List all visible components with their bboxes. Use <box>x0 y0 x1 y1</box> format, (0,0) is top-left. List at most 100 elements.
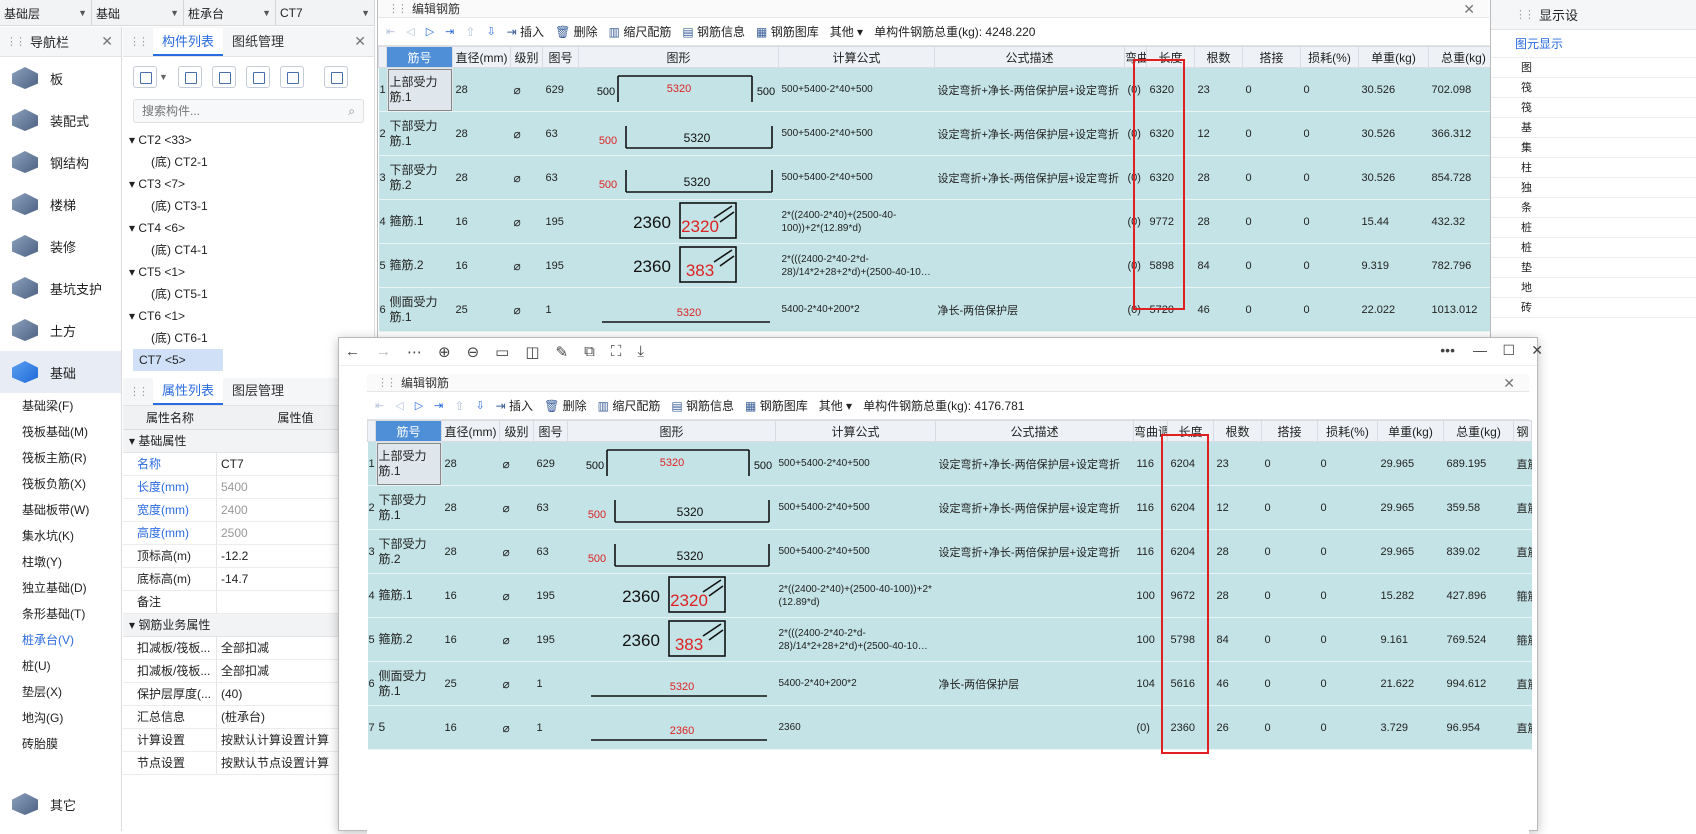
property-row[interactable]: 汇总信息 (桩承台) <box>123 706 374 729</box>
nav-subitem[interactable]: 筏板负筋(X) <box>0 471 121 497</box>
grade-cell[interactable]: ⌀ <box>499 617 534 662</box>
formula-cell[interactable]: 5400-2*40+200*2 <box>775 661 936 706</box>
rebar-name-cell[interactable]: 5 <box>375 705 442 750</box>
diameter-cell[interactable]: 28 <box>441 485 500 530</box>
column-header-fig[interactable]: 图号 <box>533 420 568 442</box>
diameter-cell[interactable]: 16 <box>441 573 500 618</box>
prev-icon[interactable]: ◁ <box>395 399 403 412</box>
nav-item[interactable]: 基坑支护 <box>0 267 121 309</box>
description-cell[interactable]: 设定弯折+净长-两倍保护层+设定弯折 <box>934 111 1125 156</box>
column-header-bend[interactable]: 弯曲调整 <box>1124 46 1147 68</box>
duplicate-button[interactable] <box>245 66 270 88</box>
insert-below-icon[interactable]: ⇩ <box>486 25 495 38</box>
table-row[interactable]: 1 上部受力筋.1 28 ⌀ 629 500 5320 500 500+5400-2*40+50… <box>378 67 1511 112</box>
row-number-cell[interactable]: 5 <box>367 617 376 662</box>
grip-icon[interactable]: ⋮⋮ <box>129 35 149 48</box>
description-cell[interactable] <box>934 243 1125 288</box>
figure-number-cell[interactable]: 195 <box>542 199 579 244</box>
rebar-type-cell[interactable]: 箍筋 <box>1513 573 1532 618</box>
table-row[interactable]: 3 下部受力筋.2 28 ⌀ 63 500 5320 500+5400-2*40+500 设定弯… <box>378 155 1511 200</box>
type-dropdown[interactable]: 桩承台 ▼ <box>184 0 276 26</box>
diameter-cell[interactable]: 28 <box>452 155 511 200</box>
figure-number-cell[interactable]: 63 <box>533 485 568 530</box>
display-item[interactable]: 集 <box>1491 138 1696 158</box>
nav-subitem[interactable]: 砖胎膜 <box>0 731 121 757</box>
component-dropdown[interactable]: CT7 ▼ <box>276 0 375 26</box>
delete-button[interactable] <box>211 66 236 88</box>
diameter-cell[interactable]: 16 <box>452 199 511 244</box>
length-cell[interactable]: 5720 <box>1146 287 1195 332</box>
rebar-shape-cell[interactable]: 500 5320 500 <box>578 67 779 112</box>
nav-item[interactable]: 装修 <box>0 225 121 267</box>
search-icon[interactable]: ⌕ <box>348 104 355 119</box>
diameter-cell[interactable]: 28 <box>441 529 500 574</box>
rebar-name-cell[interactable]: 箍筋.2 <box>375 617 442 662</box>
length-cell[interactable]: 6320 <box>1146 67 1195 112</box>
display-item[interactable]: 桩 <box>1491 238 1696 258</box>
diameter-cell[interactable]: 28 <box>452 67 511 112</box>
formula-cell[interactable]: 500+5400-2*40+500 <box>775 441 936 486</box>
new-component-button[interactable] <box>133 66 157 88</box>
tab-property-list[interactable]: 属性列表 <box>153 377 224 405</box>
row-number-cell[interactable]: 1 <box>378 67 387 112</box>
unit-weight-cell[interactable]: 3.729 <box>1377 705 1444 750</box>
property-group-basic[interactable]: ▾ 基础属性 <box>123 430 374 453</box>
length-cell[interactable]: 9672 <box>1167 573 1214 618</box>
rebar-type-cell[interactable]: 直筋 <box>1513 529 1532 574</box>
grid-icon[interactable]: ⋯ <box>407 343 422 361</box>
total-weight-cell[interactable]: 689.195 <box>1443 441 1514 486</box>
nav-item[interactable]: 钢结构 <box>0 141 121 183</box>
bend-adjust-cell[interactable]: (0) <box>1124 155 1147 200</box>
loss-cell[interactable]: 0 <box>1317 617 1378 662</box>
display-item[interactable]: 筏 <box>1491 98 1696 118</box>
rebar-type-cell[interactable]: 直筋 <box>1513 441 1532 486</box>
prev-icon[interactable]: ◁ <box>406 25 414 38</box>
total-weight-cell[interactable]: 994.612 <box>1443 661 1514 706</box>
lap-cell[interactable]: 0 <box>1242 243 1301 288</box>
column-header-dia[interactable]: 直径(mm) <box>441 420 500 442</box>
unit-weight-cell[interactable]: 29.965 <box>1377 441 1444 486</box>
insert-below-icon[interactable]: ⇩ <box>475 399 484 412</box>
figure-number-cell[interactable]: 1 <box>542 287 579 332</box>
formula-cell[interactable]: 500+5400-2*40+500 <box>775 529 936 574</box>
lap-cell[interactable]: 0 <box>1261 661 1318 706</box>
grade-cell[interactable]: ⌀ <box>510 67 543 112</box>
formula-cell[interactable]: 5400-2*40+200*2 <box>778 287 935 332</box>
rebar-library-button[interactable]: ▦ 钢筋图库 <box>745 397 808 414</box>
count-cell[interactable]: 28 <box>1213 529 1262 574</box>
table-row[interactable]: 2 下部受力筋.1 28 ⌀ 63 500 5320 500+5400-2*40+500 设定弯… <box>367 485 1532 530</box>
rebar-library-button[interactable]: ▦ 钢筋图库 <box>756 23 819 40</box>
length-cell[interactable]: 5798 <box>1167 617 1214 662</box>
property-row[interactable]: 扣减板/筏板... 全部扣减 <box>123 637 374 660</box>
lap-cell[interactable]: 0 <box>1261 705 1318 750</box>
delete-button[interactable]: 🗑 删除 <box>544 397 587 414</box>
row-number-cell[interactable]: 2 <box>367 485 376 530</box>
rebar-type-cell[interactable]: 直筋 <box>1513 705 1532 750</box>
column-header-formula[interactable]: 计算公式 <box>775 420 936 442</box>
last-icon[interactable]: ⇥ <box>434 399 443 412</box>
formula-cell[interactable]: 2*(((2400-2*40-2*d-28)/14*2+28+2*d)+(250… <box>775 617 936 662</box>
grip-icon[interactable]: ⋮⋮ <box>129 385 149 398</box>
unit-weight-cell[interactable]: 9.161 <box>1377 617 1444 662</box>
lap-cell[interactable]: 0 <box>1261 485 1318 530</box>
diameter-cell[interactable]: 25 <box>441 661 500 706</box>
formula-cell[interactable]: 500+5400-2*40+500 <box>778 67 935 112</box>
rebar-type-cell[interactable]: 直筋 <box>1513 661 1532 706</box>
grip-icon[interactable]: ⋮⋮ <box>388 2 408 15</box>
first-icon[interactable]: ⇤ <box>375 399 384 412</box>
rebar-type-cell[interactable]: 直筋 <box>1513 485 1532 530</box>
total-weight-cell[interactable]: 427.896 <box>1443 573 1514 618</box>
rebar-name-cell[interactable]: 上部受力筋.1 <box>386 67 453 112</box>
count-cell[interactable]: 28 <box>1194 199 1243 244</box>
total-weight-cell[interactable]: 432.32 <box>1428 199 1499 244</box>
property-row[interactable]: 宽度(mm) 2400 <box>123 499 374 522</box>
element-display-tab[interactable]: 图元显示 <box>1491 30 1696 58</box>
rebar-type-cell[interactable]: 箍筋 <box>1513 617 1532 662</box>
column-header-loss[interactable]: 损耗(%) <box>1317 420 1378 442</box>
nav-item-other[interactable]: 其它 <box>0 783 121 825</box>
column-header-cnt[interactable]: 根数 <box>1194 46 1243 68</box>
figure-number-cell[interactable]: 195 <box>542 243 579 288</box>
zoom-out-icon[interactable]: ⊖ <box>467 343 480 361</box>
row-number-cell[interactable]: 3 <box>378 155 387 200</box>
column-header-len[interactable]: 长度 <box>1146 46 1195 68</box>
